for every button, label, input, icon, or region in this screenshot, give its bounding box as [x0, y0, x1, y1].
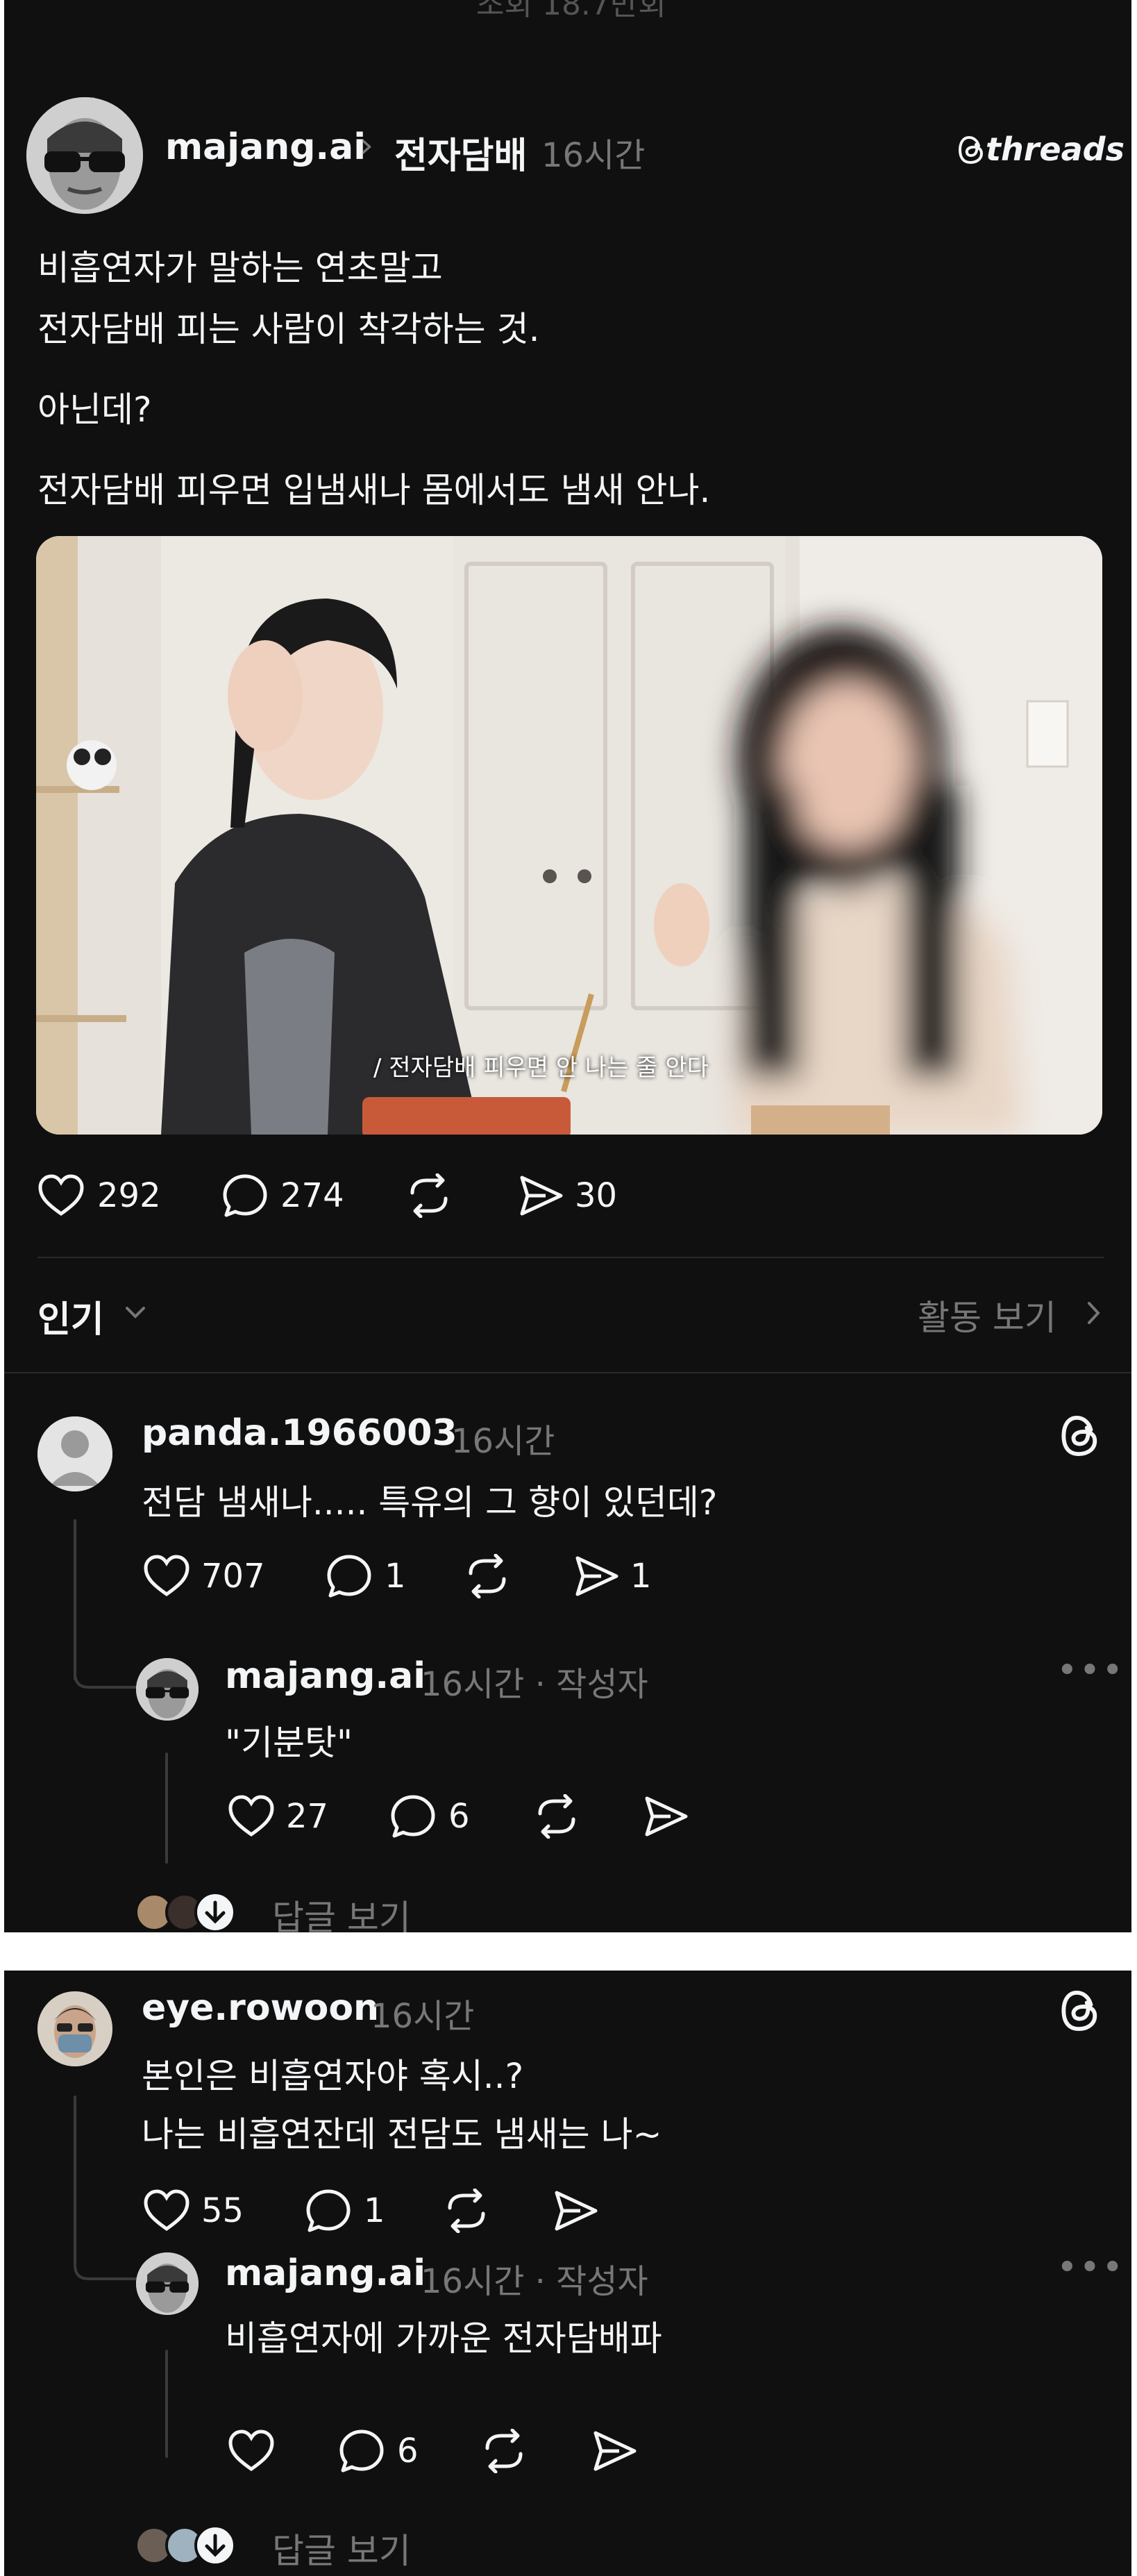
- reply-username[interactable]: majang.ai: [225, 2252, 426, 2294]
- share-icon[interactable]: [518, 1173, 565, 1218]
- comment-text-line-1: 본인은 비흡연자야 혹시..?: [142, 2056, 524, 2096]
- reply-reply-count: 6: [448, 1797, 470, 1836]
- author-avatar[interactable]: [136, 1658, 199, 1721]
- threads-logo-icon[interactable]: [1061, 1414, 1101, 1458]
- author-avatar[interactable]: [136, 2252, 199, 2315]
- thread-connector: [74, 2096, 76, 2262]
- comment-text-line-2: 나는 비흡연잔데 전담도 냄새는 나~: [142, 2114, 662, 2155]
- thread-connector: [165, 2350, 168, 2458]
- repost-icon[interactable]: [405, 1173, 453, 1218]
- view-replies-link[interactable]: 답글 보기: [272, 2523, 411, 2573]
- comment-reply-count: 1: [364, 2191, 385, 2230]
- post-line-1: 비흡연자가 말하는 연초말고: [37, 248, 443, 288]
- reply-reply-count: 6: [397, 2432, 419, 2470]
- share-icon[interactable]: [643, 1794, 690, 1839]
- sort-popular-label[interactable]: 인기: [37, 1290, 104, 1342]
- commenter-avatar[interactable]: [37, 1991, 112, 2066]
- view-activity-link[interactable]: 활동 보기: [918, 1290, 1056, 1340]
- heart-icon[interactable]: [228, 1794, 275, 1837]
- more-icon[interactable]: •••: [1056, 2247, 1125, 2289]
- comment-icon[interactable]: [222, 1173, 268, 1218]
- reply-meta: 16시간 · 작성자: [421, 2262, 648, 2301]
- post-topic[interactable]: 전자담배: [394, 126, 527, 178]
- thread-connector: [165, 1753, 168, 1864]
- post-share-count: 30: [575, 1176, 618, 1215]
- comment-like-count: 55: [201, 2191, 244, 2230]
- share-icon[interactable]: [553, 2189, 600, 2233]
- view-replies-link[interactable]: 답글 보기: [272, 1890, 411, 1932]
- commenter-avatar[interactable]: [37, 1416, 112, 1491]
- author-avatar[interactable]: [26, 97, 143, 214]
- comment-share-count: 1: [630, 1557, 652, 1596]
- comment-panel: eye.rowoon 16시간 본인은 비흡연자야 혹시..? 나는 비흡연잔데…: [4, 1971, 1131, 2576]
- chevron-down-icon[interactable]: [125, 1305, 146, 1319]
- thread-post-panel: 조회 18.7만회 majang.ai › 전자담배 16시간 threads …: [4, 0, 1131, 1932]
- share-icon[interactable]: [591, 2429, 639, 2473]
- comment-reply-count: 1: [385, 1557, 406, 1596]
- reply-avatars-stack: [133, 2523, 251, 2570]
- comment-icon[interactable]: [339, 2429, 385, 2473]
- comment-text: 전담 냄새나..... 특유의 그 향이 있던데?: [142, 1482, 718, 1523]
- repost-icon[interactable]: [480, 2429, 528, 2473]
- chevron-right-icon: ›: [360, 125, 373, 165]
- comment-time: 16시간: [451, 1422, 555, 1461]
- post-reply-count: 274: [280, 1176, 344, 1215]
- comment-like-count: 707: [201, 1557, 265, 1596]
- reply-meta: 16시간 · 작성자: [421, 1665, 648, 1704]
- divider: [4, 1372, 1131, 1373]
- repost-icon[interactable]: [533, 1794, 580, 1839]
- post-like-count: 292: [97, 1176, 161, 1215]
- heart-icon[interactable]: [143, 2189, 190, 2232]
- comment-icon[interactable]: [326, 1554, 372, 1598]
- threads-brand-text: threads: [986, 131, 1125, 168]
- repost-icon[interactable]: [464, 1554, 511, 1598]
- post-line-2: 전자담배 피는 사람이 착각하는 것.: [37, 309, 540, 349]
- more-icon[interactable]: •••: [1056, 1650, 1125, 1691]
- threads-logo-icon[interactable]: [1061, 1989, 1101, 2033]
- video-caption: / 전자담배 피우면 안 나는 줄 안다: [373, 1054, 709, 1082]
- divider: [37, 1257, 1104, 1258]
- heart-icon[interactable]: [37, 1173, 85, 1216]
- comment-username[interactable]: eye.rowoon: [142, 1987, 379, 2029]
- reply-text: 비흡연자에 가까운 전자담배파: [225, 2318, 662, 2359]
- post-line-4: 전자담배 피우면 입냄새나 몸에서도 냄새 안나.: [37, 470, 711, 510]
- comment-icon[interactable]: [305, 2189, 351, 2233]
- heart-icon[interactable]: [143, 1554, 190, 1597]
- comment-time: 16시간: [371, 1997, 475, 2036]
- post-video[interactable]: / 전자담배 피우면 안 나는 줄 안다: [36, 536, 1102, 1135]
- post-line-3: 아닌데?: [37, 390, 152, 430]
- view-count-partial: 조회 18.7만회: [476, 0, 666, 22]
- share-icon[interactable]: [573, 1554, 621, 1598]
- repost-icon[interactable]: [443, 2189, 490, 2233]
- comment-icon[interactable]: [390, 1794, 436, 1839]
- threads-logo-icon[interactable]: [958, 135, 986, 165]
- reply-username[interactable]: majang.ai: [225, 1655, 426, 1697]
- heart-icon[interactable]: [228, 2429, 275, 2472]
- post-username[interactable]: majang.ai: [165, 126, 366, 168]
- reply-avatars-stack: [133, 1890, 251, 1932]
- chevron-right-icon[interactable]: [1087, 1301, 1101, 1325]
- comment-username[interactable]: panda.1966003: [142, 1412, 457, 1454]
- reply-like-count: 27: [286, 1797, 329, 1836]
- post-time: 16시간: [541, 136, 646, 175]
- reply-text: "기분탓": [225, 1723, 353, 1763]
